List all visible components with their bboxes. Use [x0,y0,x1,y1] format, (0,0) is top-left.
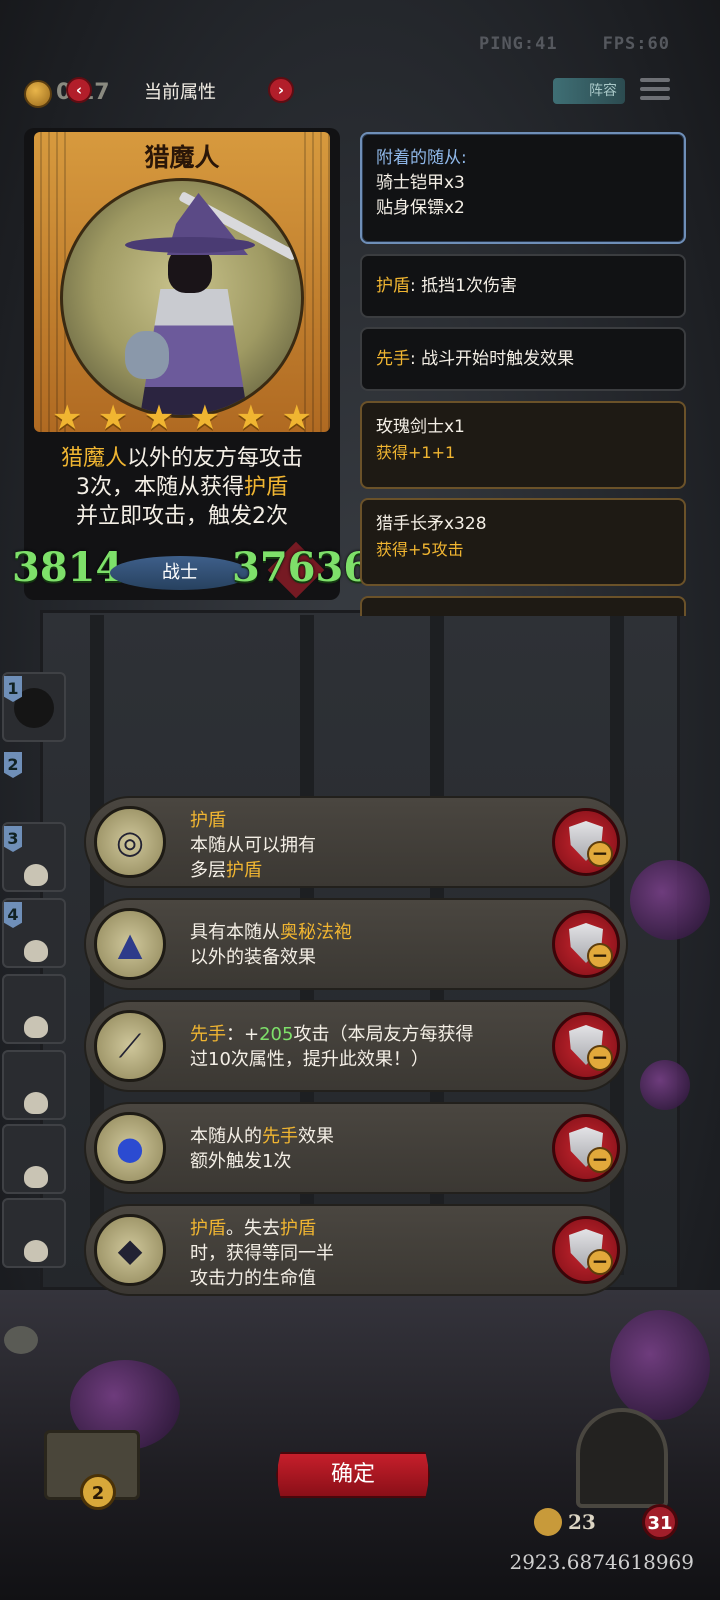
attached-minions-panel: 附着的随从: 骑士铠甲x3 贴身保镖x2 [360,132,686,244]
chat-icon[interactable] [4,1326,38,1354]
equipment-description: 具有本随从奥秘法袍 以外的装备效果 [190,922,352,968]
slot-number: 1 [4,676,22,702]
skull-icon [24,1166,48,1188]
mask-icon: ◆ [94,1214,166,1286]
skull-icon [24,940,48,962]
party-slot[interactable] [2,974,66,1044]
equipment-description: 护盾。失去护盾 时，获得等同一半 攻击力的生命值 [190,1218,334,1289]
ping-readout: PING:41 [478,34,558,54]
star-icon: ★ [189,398,221,438]
attached-item: 贴身保镖x2 [376,198,465,218]
skull-icon [24,864,48,886]
hero-class-badge: 战士 [110,556,250,590]
skull-graphic [125,331,169,379]
hat-brim-graphic [125,237,255,253]
mirror-icon: ◎ [94,806,166,878]
buff-gain: 获得+5攻击 [376,540,464,559]
buff-source: 玫瑰剑士x1 [376,417,465,437]
page-title: 当前属性 [144,82,216,103]
equipment-description: 本随从的先手效果 额外触发1次 [190,1126,334,1172]
coin-icon [24,80,52,108]
confirm-button[interactable]: 确定 [276,1452,430,1498]
remove-equipment-button[interactable]: − [552,808,620,876]
star-rating: ★ ★ ★ ★ ★ ★ [52,400,312,436]
star-icon: ★ [281,398,312,438]
rose-decoration [610,1310,710,1420]
hero-portrait [60,178,304,418]
network-stats: PING:41 FPS:60 [479,34,670,54]
attached-item: 骑士铠甲x3 [376,173,465,193]
buff-source: 猎手长矛x328 [376,514,487,534]
equipment-item: ◆ 护盾。失去护盾 时，获得等同一半 攻击力的生命值 − [84,1204,628,1296]
trophy-icon [534,1508,562,1536]
minus-icon: − [587,1045,613,1071]
equipment-item: ⟋ 先手：+205攻击（本局友方每获得 过10次属性，提升此效果！） − [84,1000,628,1092]
fps-readout: FPS:60 [602,34,670,54]
shield-keyword-panel: 护盾: 抵挡1次伤害 [360,254,686,318]
lineup-button[interactable]: 阵容 [553,78,625,104]
hero-ability-text: 猎魔人以外的友方每攻击 3次，本随从获得护盾 并立即攻击，触发2次 [60,446,304,529]
robe-icon: ▲ [94,908,166,980]
remove-equipment-button[interactable]: − [552,1012,620,1080]
spear-icon: ⟋ [94,1010,166,1082]
slot-number: 4 [4,902,22,928]
skull-icon [24,1092,48,1114]
star-icon: ★ [143,398,175,438]
menu-icon[interactable] [640,78,670,104]
buff-gain: 获得+1+1 [376,443,456,462]
first-strike-keyword-panel: 先手: 战斗开始时触发效果 [360,327,686,391]
star-icon: ★ [235,398,267,438]
skull-icon [24,1016,48,1038]
party-slot[interactable] [2,1198,66,1268]
hero-name: 猎魔人 [144,143,220,172]
minus-icon: − [587,1147,613,1173]
equipment-description: 护盾 本随从可以拥有 多层护盾 [190,810,316,881]
position-readout: 2923.6874618969 [509,1550,694,1574]
tavern-level-badge: 2 [80,1474,116,1510]
slot-number: 2 [4,752,22,778]
equipment-item: ◎ 护盾 本随从可以拥有 多层护盾 − [84,796,628,888]
remove-equipment-button[interactable]: − [552,1216,620,1284]
equipment-item: ● 本随从的先手效果 额外触发1次 − [84,1102,628,1194]
orb-icon: ● [94,1112,166,1184]
trophy-count: 23 [568,1510,596,1534]
health-value: 37636 [232,544,372,591]
buff-panel-partial [360,596,686,616]
equipment-description: 先手：+205攻击（本局友方每获得 过10次属性，提升此效果！） [190,1024,474,1070]
minus-icon: − [587,841,613,867]
star-icon: ★ [52,398,83,438]
skull-icon [24,1240,48,1262]
remove-equipment-button[interactable]: − [552,1114,620,1182]
rose-decoration [630,860,710,940]
slot-number: 3 [4,826,22,852]
rose-decoration [640,1060,690,1110]
remove-equipment-button[interactable]: − [552,910,620,978]
prev-page-button[interactable]: ‹ [66,77,92,103]
minus-icon: − [587,943,613,969]
party-slot[interactable] [2,1124,66,1194]
next-page-button[interactable]: › [268,77,294,103]
minus-icon: − [587,1249,613,1275]
equipment-item: ▲ 具有本随从奥秘法袍 以外的装备效果 − [84,898,628,990]
attached-title: 附着的随从: [376,148,467,168]
party-slot[interactable] [2,1050,66,1120]
star-icon: ★ [97,398,129,438]
buff-panel: 玫瑰剑士x1 获得+1+1 [360,401,686,489]
buff-panel: 猎手长矛x328 获得+5攻击 [360,498,686,586]
lives-count: 31 [642,1504,678,1540]
opponent-portrait-frame [576,1408,668,1508]
attack-value: 3814 [12,544,124,591]
